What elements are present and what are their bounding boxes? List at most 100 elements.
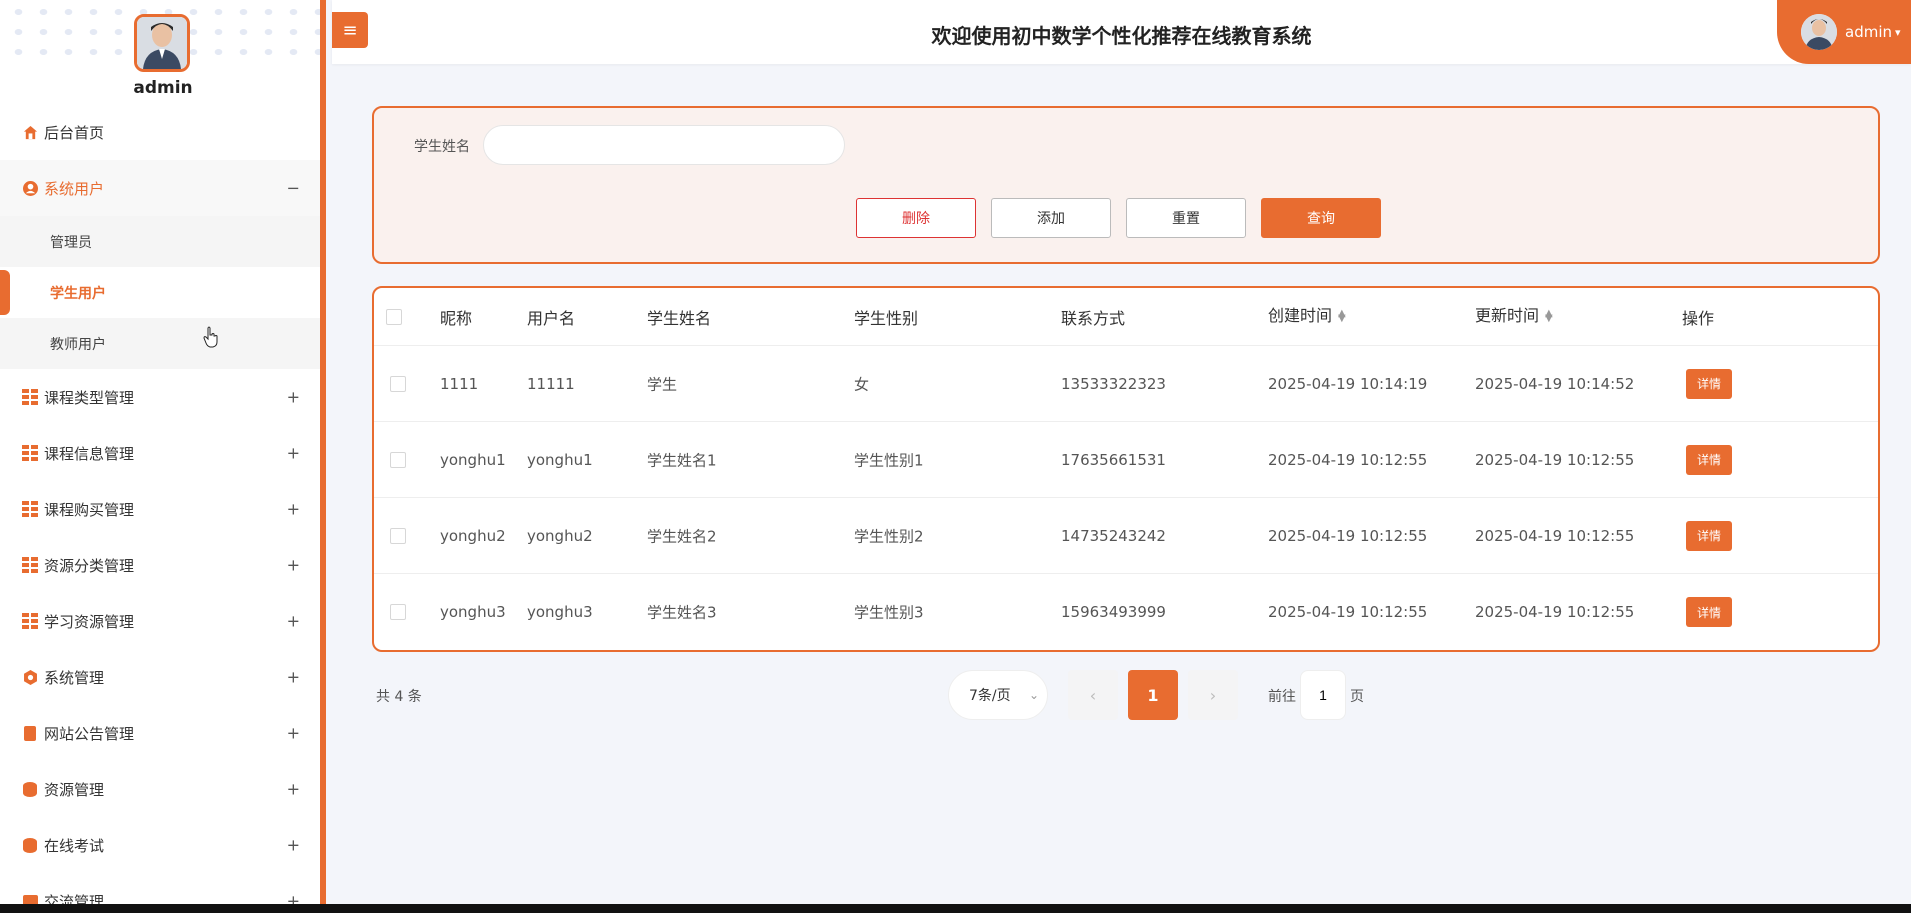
cell-contact: 17635661531 — [1061, 450, 1166, 469]
sidebar-item-system-management[interactable]: 系统管理 + — [0, 649, 320, 705]
row-checkbox[interactable] — [390, 604, 406, 620]
avatar[interactable] — [134, 14, 190, 72]
top-header: ≡ 欢迎使用初中数学个性化推荐在线教育系统 admin ▾ — [332, 0, 1911, 64]
collapse-icon[interactable]: − — [287, 179, 300, 198]
cell-gender: 学生性别3 — [854, 603, 924, 622]
sidebar-item-system-users[interactable]: 系统用户 − — [0, 160, 320, 216]
submenu-label: 学生用户 — [50, 285, 106, 302]
student-table: 昵称 用户名 学生姓名 学生性别 联系方式 创建时间 ▲ ▼ 更新时间 ▲ ▼ 操作 1… — [372, 286, 1880, 652]
table-header: 昵称 用户名 学生姓名 学生性别 联系方式 创建时间 ▲ ▼ 更新时间 ▲ ▼ 操作 — [374, 288, 1878, 346]
page-size-value: 7条/页 — [969, 688, 1011, 704]
detail-button[interactable]: 详情 — [1686, 368, 1732, 399]
detail-button[interactable]: 详情 — [1686, 444, 1732, 475]
chat-icon — [22, 893, 38, 904]
sidebar-item-label: 学习资源管理 — [44, 612, 135, 631]
sidebar-item-course-types[interactable]: 课程类型管理 + — [0, 369, 320, 425]
column-header-label: 更新时间 — [1475, 305, 1540, 325]
sort-icon[interactable]: ▲ ▼ — [1545, 309, 1553, 324]
user-name: admin — [1845, 23, 1892, 41]
sidebar-item-teacher-users[interactable]: 教师用户 — [0, 318, 320, 369]
cell-contact: 13533322323 — [1061, 374, 1166, 393]
expand-icon[interactable]: + — [287, 668, 300, 687]
sidebar-item-home[interactable]: 后台首页 — [0, 104, 320, 160]
sidebar-item-announcements[interactable]: 网站公告管理 + — [0, 705, 320, 761]
expand-icon[interactable]: + — [287, 500, 300, 519]
sidebar-item-communication[interactable]: 交流管理 + — [0, 873, 320, 904]
cell-student-name: 学生姓名2 — [647, 527, 717, 545]
page-number-button[interactable]: 1 — [1128, 670, 1178, 720]
page-size-select[interactable]: 7条/页 ⌄ — [948, 670, 1048, 720]
reset-button[interactable]: 重置 — [1126, 198, 1246, 238]
document-icon — [22, 725, 38, 741]
detail-button[interactable]: 详情 — [1686, 520, 1732, 551]
sidebar-item-label: 课程信息管理 — [44, 444, 135, 463]
expand-icon[interactable]: + — [287, 388, 300, 407]
database-icon — [22, 837, 38, 853]
submenu-label: 教师用户 — [50, 336, 106, 353]
cell-username: yonghu3 — [527, 603, 593, 621]
sidebar-item-admins[interactable]: 管理员 — [0, 216, 320, 267]
gear-icon — [22, 669, 38, 685]
avatar — [1801, 14, 1837, 50]
next-page-button[interactable]: › — [1188, 670, 1238, 720]
column-header-student-gender: 学生性别 — [854, 308, 919, 328]
user-circle-icon — [22, 180, 38, 196]
sidebar-item-label: 资源分类管理 — [44, 556, 135, 575]
sidebar-item-resource-management[interactable]: 资源管理 + — [0, 761, 320, 817]
row-checkbox[interactable] — [390, 527, 406, 544]
query-button[interactable]: 查询 — [1261, 198, 1381, 238]
cell-student-name: 学生姓名3 — [647, 603, 717, 622]
sidebar-item-online-exam[interactable]: 在线考试 + — [0, 817, 320, 873]
select-all-checkbox[interactable] — [386, 308, 402, 325]
column-header-contact: 联系方式 — [1061, 308, 1126, 328]
student-name-input[interactable] — [483, 125, 845, 165]
row-checkbox[interactable] — [390, 451, 406, 468]
expand-icon[interactable]: + — [287, 612, 300, 631]
goto-page-input[interactable] — [1300, 670, 1346, 720]
expand-icon[interactable]: + — [287, 556, 300, 575]
expand-icon[interactable]: + — [287, 444, 300, 463]
sidebar-item-label: 资源管理 — [44, 780, 105, 799]
expand-icon[interactable]: + — [287, 780, 300, 799]
sidebar-item-resource-category[interactable]: 资源分类管理 + — [0, 537, 320, 593]
cell-username: 11111 — [527, 374, 575, 393]
cell-contact: 15963493999 — [1061, 603, 1166, 621]
cell-username: yonghu2 — [527, 526, 593, 545]
cell-nickname: yonghu1 — [440, 450, 506, 469]
grid-icon — [22, 557, 38, 573]
expand-icon[interactable]: + — [287, 724, 300, 743]
column-header-username: 用户名 — [527, 308, 576, 328]
mouse-cursor-icon — [203, 326, 219, 352]
column-header-created-time[interactable]: 创建时间 ▲ ▼ — [1268, 302, 1346, 326]
cell-nickname: 1111 — [440, 374, 479, 393]
cell-gender: 学生性别2 — [854, 527, 924, 545]
sidebar-item-student-users[interactable]: 学生用户 — [0, 267, 320, 318]
sidebar-item-course-info[interactable]: 课程信息管理 + — [0, 425, 320, 481]
column-header-student-name: 学生姓名 — [647, 308, 712, 328]
sidebar-item-learning-resources[interactable]: 学习资源管理 + — [0, 593, 320, 649]
delete-button[interactable]: 删除 — [856, 198, 976, 238]
cell-created-time: 2025-04-19 10:12:55 — [1268, 603, 1428, 621]
sort-icon[interactable]: ▲ ▼ — [1338, 309, 1346, 324]
sidebar-item-label: 交流管理 — [44, 892, 105, 905]
detail-button[interactable]: 详情 — [1686, 597, 1732, 627]
cell-created-time: 2025-04-19 10:12:55 — [1268, 450, 1428, 469]
database-icon — [22, 781, 38, 797]
user-menu[interactable]: admin ▾ — [1777, 0, 1911, 64]
chevron-down-icon: ⌄ — [1028, 688, 1039, 702]
expand-icon[interactable]: + — [287, 836, 300, 855]
expand-icon[interactable]: + — [287, 892, 300, 905]
cell-student-name: 学生姓名1 — [647, 451, 717, 469]
cell-created-time: 2025-04-19 10:14:19 — [1268, 374, 1428, 393]
sidebar-item-label: 课程类型管理 — [44, 388, 135, 407]
prev-page-button[interactable]: ‹ — [1068, 670, 1118, 720]
table-row: 1111 11111 学生 女 13533322323 2025-04-19 1… — [374, 346, 1878, 422]
add-button[interactable]: 添加 — [991, 198, 1111, 238]
table-row: yonghu3 yonghu3 学生姓名3 学生性别3 15963493999 … — [374, 574, 1878, 650]
row-checkbox[interactable] — [390, 375, 406, 392]
grid-icon — [22, 389, 38, 405]
sidebar-item-course-purchase[interactable]: 课程购买管理 + — [0, 481, 320, 537]
goto-label: 前往 — [1268, 689, 1296, 705]
search-panel: 学生姓名 删除 添加 重置 查询 — [372, 106, 1880, 264]
column-header-updated-time[interactable]: 更新时间 ▲ ▼ — [1475, 302, 1553, 326]
